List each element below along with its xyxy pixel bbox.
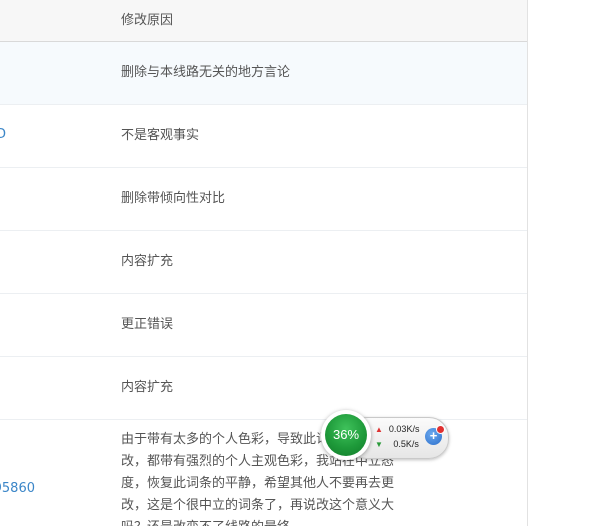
revision-link[interactable]: D	[0, 127, 6, 143]
revision-link[interactable]: 95860	[0, 481, 35, 497]
table-row: 更正错误	[0, 294, 527, 357]
download-arrow-icon: ▼	[375, 440, 383, 449]
usage-percent: 36%	[325, 414, 367, 456]
upload-arrow-icon: ▲	[375, 425, 383, 434]
page: 修改原因 删除与本线路无关的地方言论 D 不是客观事实 删除带倾向性对比 内容扩…	[0, 0, 591, 526]
table-row: 删除带倾向性对比	[0, 168, 527, 231]
usage-gauge[interactable]: 36%	[321, 410, 371, 460]
table-row: D 不是客观事实	[0, 105, 527, 168]
table-row: 内容扩充	[0, 231, 527, 294]
reason-text: 内容扩充	[121, 254, 174, 269]
download-speed: 0.5K/s	[393, 439, 419, 449]
reason-text: 不是客观事实	[121, 128, 200, 143]
reason-text: 更正错误	[121, 317, 174, 332]
notification-dot-icon	[436, 425, 445, 434]
network-speed-widget[interactable]: 36% ▲ 0.03K/s ▼ 0.5K/s +	[321, 410, 451, 462]
table-header: 修改原因	[0, 0, 527, 42]
reason-text: 内容扩充	[121, 380, 174, 395]
table-row: 删除与本线路无关的地方言论	[0, 42, 527, 105]
reason-text: 删除带倾向性对比	[121, 191, 226, 206]
upload-speed: 0.03K/s	[388, 424, 420, 434]
speed-readout: ▲ 0.03K/s ▼ 0.5K/s	[375, 422, 419, 452]
reason-text: 删除与本线路无关的地方言论	[121, 65, 291, 80]
column-header-reason: 修改原因	[121, 13, 174, 28]
